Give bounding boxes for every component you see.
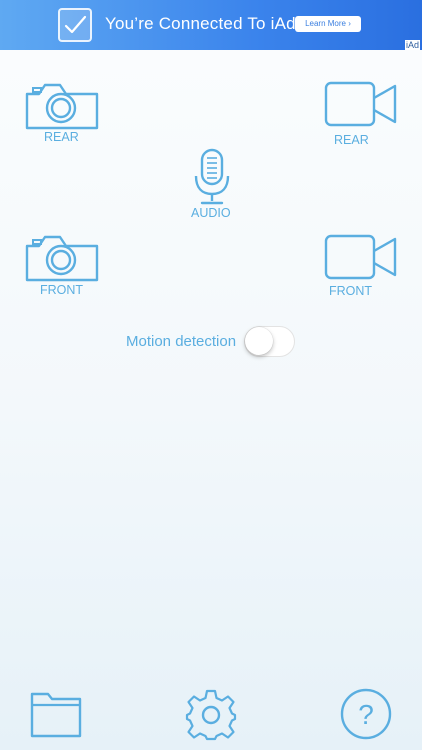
microphone-icon (194, 148, 230, 205)
iad-banner[interactable]: You’re Connected To iAd Learn More › (0, 0, 422, 50)
video-camera-icon (324, 234, 397, 280)
iad-badge: iAd (404, 40, 420, 50)
learn-more-button[interactable]: Learn More › (295, 16, 361, 32)
folder-button[interactable] (30, 690, 82, 738)
motion-detection-label: Motion detection (126, 333, 237, 350)
settings-button[interactable] (184, 688, 238, 742)
video-camera-icon (324, 81, 397, 127)
help-icon: ? (340, 688, 392, 740)
help-glyph: ? (358, 699, 374, 730)
rear-video-label: REAR (334, 133, 369, 147)
help-button[interactable]: ? (340, 688, 392, 740)
camera-icon (25, 83, 99, 130)
rear-photo-label: REAR (44, 130, 79, 144)
audio-label: AUDIO (191, 206, 231, 220)
rear-photo-button[interactable] (25, 80, 99, 130)
motion-detection-toggle[interactable] (244, 326, 295, 357)
chevron-right-icon: › (348, 19, 351, 28)
folder-icon (30, 692, 82, 738)
front-photo-label: FRONT (40, 283, 84, 297)
toggle-knob (245, 327, 273, 355)
learn-more-label: Learn More (305, 19, 346, 28)
rear-video-button[interactable] (324, 80, 398, 128)
gear-icon (185, 689, 237, 741)
ad-title: You’re Connected To iAd (105, 14, 296, 33)
front-photo-button[interactable] (25, 232, 99, 282)
checkmark-icon (58, 8, 92, 42)
front-video-label: FRONT (329, 284, 373, 298)
audio-button[interactable] (193, 148, 231, 208)
front-video-button[interactable] (324, 233, 398, 281)
camera-icon (25, 235, 99, 282)
